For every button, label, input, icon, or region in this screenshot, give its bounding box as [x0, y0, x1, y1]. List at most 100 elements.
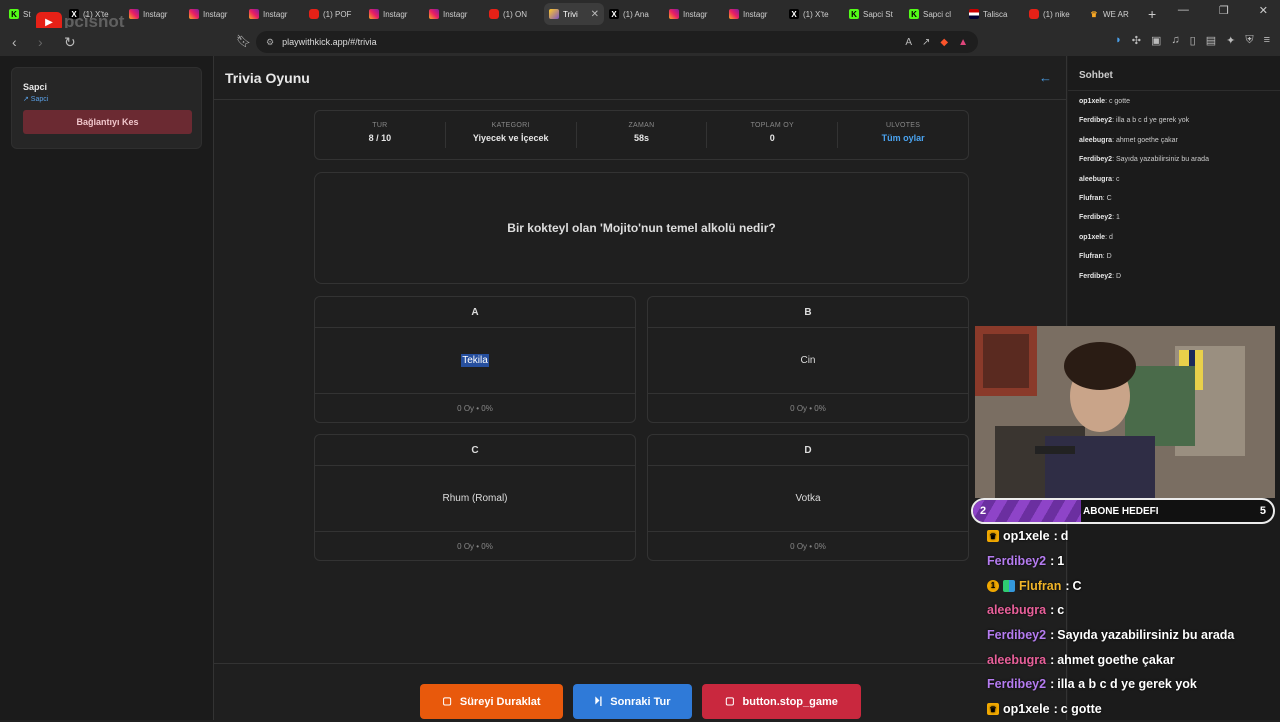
stop-game-button[interactable]: ▢ button.stop_game [702, 684, 861, 719]
option-letter: A [315, 297, 635, 328]
sub-goal-bar: 2 ABONE HEDEFI 5 [971, 498, 1275, 524]
tab-label: Instagr [263, 9, 288, 19]
option-d-card[interactable]: D Votka 0 Oy • 0% [647, 434, 969, 561]
chat-message: op1xele: d [1079, 233, 1274, 252]
channel-name: Sapci [23, 82, 48, 92]
browser-tab[interactable]: ♛ WE AR [1084, 3, 1144, 25]
close-tab-icon[interactable]: ✕ [591, 9, 599, 20]
chat-user[interactable]: op1xele [1079, 98, 1105, 105]
screenshot-icon[interactable]: ▣ [1151, 34, 1161, 47]
option-c-card[interactable]: C Rhum (Romal) 0 Oy • 0% [314, 434, 636, 561]
browser-tab[interactable]: Instagr [244, 3, 304, 25]
wallet-icon[interactable]: ▤ [1206, 34, 1216, 47]
chat-user[interactable]: aleebugra [1079, 176, 1112, 183]
trivia-icon [549, 9, 559, 19]
browser-tab[interactable]: (1) ON [484, 3, 544, 25]
option-text: Votka [795, 493, 821, 504]
crown-badge-icon: ♛ [987, 703, 999, 716]
reload-icon[interactable]: ↻ [64, 34, 78, 51]
kick-icon: K [9, 9, 19, 19]
browser-tab[interactable]: Talisca [964, 3, 1024, 25]
menu-icon[interactable]: ≡ [1264, 34, 1270, 47]
browser-tab[interactable]: K Sapci cl [904, 3, 964, 25]
browser-tab[interactable]: (1) POF [304, 3, 364, 25]
square-icon: ▢ [442, 696, 452, 707]
tab-label: (1) nike [1043, 9, 1070, 19]
address-bar[interactable]: ⚙ playwithkick.app/#/trivia A ↗ ◆ ▲ [256, 31, 978, 53]
stat-round: TUR 8 / 10 [315, 122, 446, 148]
chat-user[interactable]: Ferdibey2 [1079, 273, 1112, 280]
translate-icon[interactable]: A [905, 37, 912, 48]
option-a-card[interactable]: A Tekila 0 Oy • 0% [314, 296, 636, 423]
stat-label: TUR [372, 122, 388, 129]
leo-ai-icon[interactable]: ✦ [1226, 34, 1235, 47]
chat-text: D [1115, 272, 1122, 280]
chat-user[interactable]: aleebugra [1079, 137, 1112, 144]
browser-tab[interactable]: Instagr [424, 3, 484, 25]
left-panel: Sapci ↗ Sapci Bağlantıyı Kes [0, 56, 213, 720]
pause-timer-button[interactable]: ▢ Süreyi Duraklat [420, 684, 563, 719]
channel-link[interactable]: ↗ Sapci [23, 95, 190, 103]
back-nav-icon[interactable]: ‹ [12, 34, 26, 50]
brave-shield-icon[interactable]: ◆ [940, 37, 948, 48]
site-info-icon[interactable]: ⚙ [266, 37, 274, 48]
browser-tab[interactable]: Trivi ✕ [544, 3, 604, 25]
next-round-button[interactable]: ⏵| Sonraki Tur [573, 684, 692, 719]
stat-value: 58s [633, 133, 649, 143]
audio-icon[interactable]: ◗ [1115, 34, 1122, 47]
x-icon: X [789, 9, 799, 19]
option-b-card[interactable]: B Cin 0 Oy • 0% [647, 296, 969, 423]
browser-tab[interactable]: X (1) X'te [784, 3, 844, 25]
stat-time: ZAMAN 58s [577, 122, 708, 148]
chat-user[interactable]: Ferdibey2 [1079, 117, 1112, 124]
overlay-chat-user: Ferdibey2 [987, 677, 1047, 692]
back-arrow-icon[interactable]: ← [1039, 70, 1052, 85]
new-tab-icon[interactable]: + [1148, 6, 1156, 22]
close-window-icon[interactable]: ✕ [1259, 4, 1268, 17]
browser-tab[interactable]: (1) nike [1024, 3, 1084, 25]
browser-tab[interactable]: Instagr [364, 3, 424, 25]
music-icon[interactable]: ♫ [1171, 34, 1179, 47]
minimize-icon[interactable]: — [1178, 4, 1189, 17]
browser-tab[interactable]: Instagr [124, 3, 184, 25]
vpn-icon[interactable]: ⛨ [1245, 34, 1253, 47]
tab-bar: K St X (1) X'te Instagr Instagr Instagr (1) POF… [0, 0, 1280, 28]
stat-value: 8 / 10 [368, 133, 392, 143]
chat-text: d [1108, 233, 1113, 241]
maximize-icon[interactable]: ❐ [1219, 4, 1229, 17]
chat-user[interactable]: op1xele [1079, 234, 1105, 241]
browser-tab[interactable]: Instagr [664, 3, 724, 25]
overlay-chat-text: c gotte [1060, 702, 1102, 717]
browser-tab[interactable]: Instagr [184, 3, 244, 25]
chat-user[interactable]: Flufran [1079, 253, 1103, 260]
share-icon[interactable]: ↗ [922, 37, 930, 48]
all-votes-link[interactable]: Tüm oylar [838, 133, 968, 143]
overlay-chat-text: illa a b c d ye gerek yok [1057, 677, 1197, 692]
bookmark-icon[interactable]: 🔖︎ [236, 34, 251, 48]
overlay-chat-message: 1 Flufran: C [987, 573, 1277, 598]
chat-user[interactable]: Ferdibey2 [1079, 156, 1112, 163]
chat-message: Flufran: D [1079, 252, 1274, 271]
chat-text: Sayıda yazabilirsiniz bu arada [1115, 156, 1209, 164]
chat-user[interactable]: Flufran [1079, 195, 1103, 202]
puzzle-icon[interactable]: ✣ [1132, 34, 1141, 47]
skip-forward-icon: ⏵| [594, 696, 603, 707]
overlay-chat-text: ahmet goethe çakar [1057, 652, 1175, 667]
youtube-icon [309, 9, 319, 19]
url-text[interactable]: playwithkick.app/#/trivia [282, 37, 377, 47]
kick-icon: K [909, 9, 919, 19]
tab-label: WE AR [1103, 9, 1129, 19]
browser-tab[interactable]: X (1) Ana [604, 3, 664, 25]
next-round-label: Sonraki Tur [610, 695, 671, 708]
forward-nav-icon[interactable]: › [38, 34, 52, 50]
chat-message: Ferdibey2: D [1079, 272, 1274, 291]
stat-value: Yiyecek ve İçecek [472, 133, 549, 143]
overlay-chat-user: Flufran [1019, 578, 1062, 593]
browser-tab[interactable]: Instagr [724, 3, 784, 25]
tab-label: Sapci St [863, 9, 893, 19]
disconnect-button[interactable]: Bağlantıyı Kes [23, 110, 192, 134]
chat-user[interactable]: Ferdibey2 [1079, 214, 1112, 221]
sidebar-icon[interactable]: ▯ [1190, 34, 1196, 47]
browser-tab[interactable]: K Sapci St [844, 3, 904, 25]
brave-rewards-icon[interactable]: ▲ [958, 37, 968, 48]
